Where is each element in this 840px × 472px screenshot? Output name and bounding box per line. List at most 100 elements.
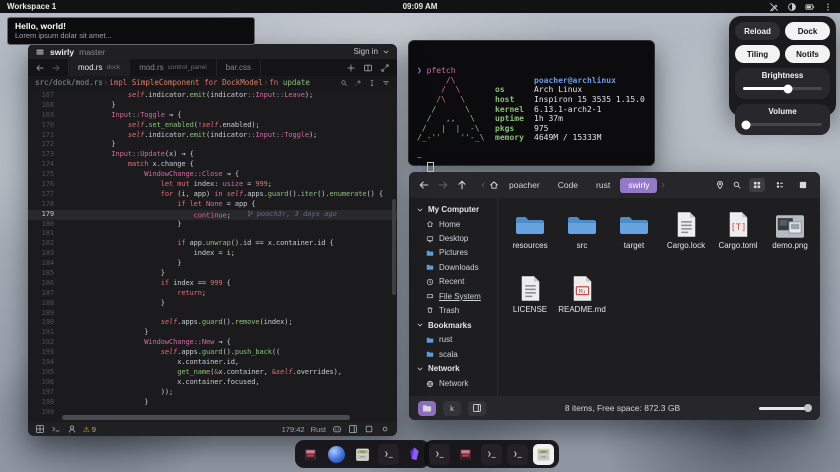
dot-icon[interactable] (380, 424, 390, 434)
path-segment-rust[interactable]: rust (588, 178, 618, 193)
code-line-181[interactable]: 181 (28, 229, 397, 239)
battery-icon[interactable] (805, 2, 815, 12)
scroll-left-icon[interactable] (479, 181, 487, 189)
sidebar-item-downloads[interactable]: Downloads (409, 260, 497, 274)
sidebar-item-scala[interactable]: scala (409, 347, 497, 361)
code-line-182[interactable]: 182 if app.unwrap().id == x.container.id… (28, 239, 397, 249)
sidebar-section-bookmarks[interactable]: Bookmarks (409, 318, 497, 333)
code-line-167[interactable]: 167 self.indicator.emit(indicator::Input… (28, 91, 397, 101)
selection-icon[interactable] (368, 79, 376, 87)
sign-in-button[interactable]: Sign in (354, 47, 378, 56)
brightness-slider[interactable] (743, 84, 822, 93)
volume-slider[interactable] (743, 120, 822, 129)
code-line-174[interactable]: 174 match x.change { (28, 160, 397, 170)
sidebar-section-my-computer[interactable]: My Computer (409, 202, 497, 217)
expand-icon[interactable] (380, 63, 390, 73)
hamburger-menu-icon[interactable] (35, 47, 45, 57)
shortcut-button[interactable]: k (443, 401, 461, 416)
menu-dots-icon[interactable] (823, 2, 833, 12)
code-line-179[interactable]: 179 continue;poach3r, 3 days ago (28, 210, 397, 220)
code-line-189[interactable]: 189 (28, 309, 397, 319)
dock-file-manager[interactable] (352, 444, 373, 465)
forward-icon[interactable] (437, 179, 449, 191)
regex-icon[interactable] (354, 79, 362, 87)
file-resources[interactable]: resources (504, 208, 556, 272)
nav-back-icon[interactable] (35, 63, 45, 73)
code-line-170[interactable]: 170 self.set_enabled(!self.enabled); (28, 121, 397, 131)
terminal-icon[interactable] (51, 424, 61, 434)
code-line-198[interactable]: 198 } (28, 398, 397, 408)
scroll-right-icon[interactable] (659, 181, 667, 189)
zoom-slider-thumb[interactable] (804, 404, 812, 412)
sidebar-item-network[interactable]: Network (409, 376, 497, 390)
code-line-192[interactable]: 192 WindowChange::New ⇒ { (28, 338, 397, 348)
editor-breadcrumb[interactable]: src/dock/mod.rs›impl SimpleComponent for… (28, 76, 397, 89)
code-line-175[interactable]: 175 WindowChange::Close ⇒ { (28, 170, 397, 180)
dock-terminal[interactable]: ❯_ (378, 444, 399, 465)
sidebar-item-recent[interactable]: Recent (409, 275, 497, 289)
file-cargo-toml[interactable]: [T]Cargo.toml (712, 208, 764, 272)
sidebar-item-home[interactable]: Home (409, 217, 497, 231)
chevron-down-icon[interactable] (382, 48, 390, 56)
code-line-172[interactable]: 172 } (28, 140, 397, 150)
code-line-187[interactable]: 187 return; (28, 289, 397, 299)
copilot-icon[interactable] (332, 424, 342, 434)
code-line-188[interactable]: 188 } (28, 299, 397, 309)
dock-pixel-app[interactable] (300, 444, 321, 465)
code-line-173[interactable]: 173 Input::Update(x) ⇒ { (28, 150, 397, 160)
code-line-196[interactable]: 196 x.container.focused, (28, 378, 397, 388)
dual-pane-button[interactable] (468, 401, 486, 416)
code-editor[interactable]: 167 self.indicator.emit(indicator::Input… (28, 89, 397, 422)
dock-file-manager-active[interactable] (533, 444, 554, 465)
tab-bar-css[interactable]: bar.css (217, 59, 261, 76)
language-label[interactable]: Rust (311, 425, 326, 434)
code-line-169[interactable]: 169 Input::Toggle ⇒ { (28, 111, 397, 121)
code-line-177[interactable]: 177 for (i, app) in self.apps.guard().it… (28, 190, 397, 200)
horizontal-scrollbar[interactable] (62, 415, 350, 420)
sidebar-item-trash[interactable]: Trash (409, 303, 497, 317)
list-view-button[interactable] (772, 178, 788, 192)
draw-disabled-icon[interactable] (769, 2, 779, 12)
notifs-button[interactable]: Notifs (785, 45, 830, 63)
zoom-slider[interactable] (759, 407, 811, 410)
code-line-190[interactable]: 190 self.apps.guard().remove(index); (28, 318, 397, 328)
sidebar-section-network[interactable]: Network (409, 361, 497, 376)
dock-terminal[interactable]: ❯_ (507, 444, 528, 465)
dock-obsidian[interactable] (404, 444, 425, 465)
volume-slider-thumb[interactable] (742, 120, 751, 129)
tiling-button[interactable]: Tiling (735, 45, 780, 63)
sidebar-item-pictures[interactable]: Pictures (409, 246, 497, 260)
code-line-171[interactable]: 171 self.indicator.emit(indicator::Input… (28, 131, 397, 141)
file-cargo-lock[interactable]: Cargo.lock (660, 208, 712, 272)
search-icon[interactable] (732, 180, 742, 190)
dock-browser[interactable] (326, 444, 347, 465)
sidebar-item-desktop[interactable]: Desktop (409, 231, 497, 245)
terminal-window[interactable]: ❯ pfetch /\poacher@archlinux / \osArch L… (408, 40, 655, 166)
code-line-178[interactable]: 178 if let None = app { (28, 200, 397, 210)
code-line-168[interactable]: 168 } (28, 101, 397, 111)
workspace-label[interactable]: Workspace 1 (7, 2, 56, 11)
code-line-197[interactable]: 197 )); (28, 388, 397, 398)
layout-icon[interactable] (348, 424, 358, 434)
code-line-193[interactable]: 193 self.apps.guard().push_back(( (28, 348, 397, 358)
code-line-183[interactable]: 183 index = i; (28, 249, 397, 259)
tab-mod-rs-dock[interactable]: mod.rsdock (68, 59, 130, 76)
location-pin-icon[interactable] (715, 180, 725, 190)
brightness-slider-thumb[interactable] (784, 84, 793, 93)
project-name[interactable]: swirly (50, 47, 74, 57)
code-line-176[interactable]: 176 let mut index: usize = 999; (28, 180, 397, 190)
search-icon[interactable] (340, 79, 348, 87)
new-folder-button[interactable] (418, 401, 436, 416)
code-line-180[interactable]: 180 } (28, 220, 397, 230)
dock-terminal[interactable]: ❯_ (429, 444, 450, 465)
tab-mod-rs-control_panel[interactable]: mod.rscontrol_panel (130, 59, 216, 76)
code-line-191[interactable]: 191 } (28, 328, 397, 338)
reload-button[interactable]: Reload (735, 22, 780, 40)
user-icon[interactable] (67, 424, 77, 434)
path-segment-swirly[interactable]: swirly (620, 178, 657, 193)
warnings-indicator[interactable]: ⚠ 9 (83, 425, 96, 434)
file-demo-png[interactable]: demo.png (764, 208, 816, 272)
nav-forward-icon[interactable] (51, 63, 61, 73)
vertical-scrollbar[interactable] (392, 199, 396, 295)
dock-button[interactable]: Dock (785, 22, 830, 40)
